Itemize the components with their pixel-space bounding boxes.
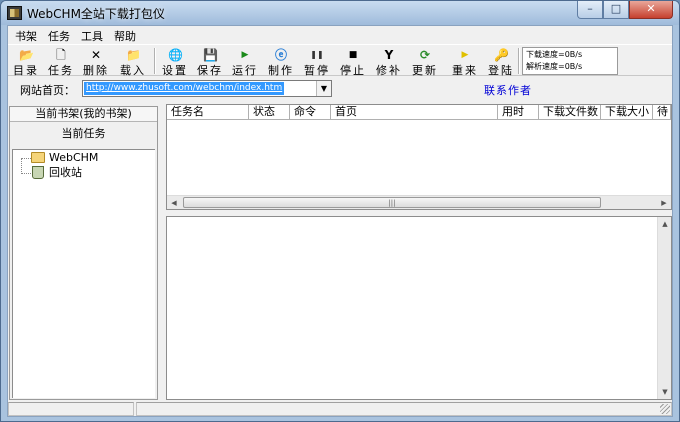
- load-folder-icon: 📁: [126, 48, 141, 62]
- title-bar[interactable]: WebCHM全站下载打包仪 – □ ✕: [1, 1, 679, 25]
- task-list-hscrollbar[interactable]: ◀ ||| ▶: [167, 195, 671, 209]
- tree-node-label: WebCHM: [49, 151, 99, 164]
- stop-button[interactable]: ■ 停止: [338, 46, 368, 77]
- toolbar: 📂 目录 🗋 任务 ✕ 删除 📁 载入 🌐 设置 💾 保存 ▶ 运行 ⓔ 制作 …: [8, 44, 672, 77]
- menu-tools[interactable]: 工具: [76, 26, 109, 44]
- repair-button[interactable]: Y 修补: [374, 46, 404, 77]
- task-list-header: 任务名 状态 命令 首页 用时 下载文件数 下载大小 待: [167, 105, 671, 120]
- directory-button[interactable]: 📂 目录: [11, 46, 41, 77]
- scroll-down-icon[interactable]: ▼: [658, 385, 672, 399]
- refresh-icon: ⟳: [419, 48, 431, 62]
- app-window: WebCHM全站下载打包仪 – □ ✕ 书架 任务 工具 帮助 📂 目录 🗋 任…: [0, 0, 680, 422]
- tree-connector: [21, 158, 31, 159]
- status-cell-2: [136, 402, 672, 416]
- column-status[interactable]: 状态: [249, 105, 290, 120]
- delete-icon: ✕: [90, 48, 102, 62]
- scroll-left-icon[interactable]: ◀: [167, 196, 181, 210]
- column-file-count[interactable]: 下载文件数: [539, 105, 601, 120]
- client-area: 书架 任务 工具 帮助 📂 目录 🗋 任务 ✕ 删除 📁 载入 🌐 设置 💾 保…: [7, 25, 673, 417]
- bookshelf-pane: 当前书架(我的书架) 当前任务 WebCHM 回收站: [9, 106, 158, 400]
- window-controls: – □ ✕: [577, 1, 673, 19]
- resize-grip-icon[interactable]: [660, 404, 670, 414]
- chevron-down-icon[interactable]: ▼: [316, 81, 331, 96]
- log-vscrollbar[interactable]: ▲ ▼: [657, 217, 671, 399]
- wrench-icon: Y: [384, 48, 394, 62]
- login-icon: 🔑: [494, 48, 509, 62]
- minimize-button[interactable]: –: [577, 1, 603, 19]
- app-icon[interactable]: [7, 6, 22, 20]
- close-button[interactable]: ✕: [629, 1, 673, 19]
- login-label: 登陆: [488, 64, 514, 77]
- play-icon: ▶: [241, 50, 249, 60]
- update-button[interactable]: ⟳ 更新: [410, 46, 440, 77]
- settings-button[interactable]: 🌐 设置: [160, 46, 190, 77]
- bookshelf-header[interactable]: 当前书架(我的书架): [10, 107, 157, 122]
- tree-connector: [21, 158, 22, 174]
- login-button[interactable]: 🔑 登陆: [486, 46, 516, 77]
- homepage-url-text[interactable]: http://www.zhusoft.com/webchm/index.htm: [84, 82, 285, 95]
- maximize-button[interactable]: □: [603, 1, 629, 19]
- load-button[interactable]: 📁 载入: [118, 46, 148, 77]
- folder-open-icon: 📂: [19, 48, 34, 62]
- update-label: 更新: [412, 64, 438, 77]
- delete-button[interactable]: ✕ 删除: [81, 46, 111, 77]
- contact-author-link[interactable]: 联系作者: [484, 82, 532, 98]
- current-task-header[interactable]: 当前任务: [10, 123, 157, 145]
- download-speed: 下载速度=0B/s: [526, 50, 583, 59]
- homepage-url-combo[interactable]: http://www.zhusoft.com/webchm/index.htm …: [82, 80, 332, 97]
- task-list[interactable]: 任务名 状态 命令 首页 用时 下载文件数 下载大小 待 ◀ ||| ▶: [166, 104, 672, 210]
- pause-icon: ❚❚: [310, 50, 324, 59]
- window-title: WebCHM全站下载打包仪: [27, 7, 165, 21]
- scroll-right-icon[interactable]: ▶: [657, 196, 671, 210]
- log-pane[interactable]: ▲ ▼: [166, 216, 672, 400]
- ie-icon: ⓔ: [274, 48, 287, 62]
- save-icon: 💾: [203, 48, 218, 62]
- restart-icon: ▶: [461, 50, 469, 60]
- status-cell-1: [8, 402, 134, 416]
- menu-help[interactable]: 帮助: [109, 26, 142, 44]
- address-row: 网站首页： http://www.zhusoft.com/webchm/inde…: [8, 77, 672, 99]
- column-elapsed[interactable]: 用时: [498, 105, 539, 120]
- task-button[interactable]: 🗋 任务: [46, 46, 76, 77]
- parse-speed: 解析速度=0B/s: [526, 62, 583, 71]
- hscroll-thumb[interactable]: |||: [183, 197, 601, 208]
- task-tree[interactable]: WebCHM 回收站: [12, 149, 155, 398]
- stop-icon: ■: [348, 50, 358, 60]
- status-bar: [8, 402, 672, 416]
- make-button[interactable]: ⓔ 制作: [266, 46, 296, 77]
- menu-task[interactable]: 任务: [43, 26, 76, 44]
- toolbar-separator: [518, 48, 520, 74]
- restart-button[interactable]: ▶ 重来: [450, 46, 480, 77]
- scroll-up-icon[interactable]: ▲: [658, 217, 672, 231]
- column-command[interactable]: 命令: [290, 105, 331, 120]
- recycle-bin-icon: [32, 166, 44, 179]
- document-icon: 🗋: [56, 48, 66, 62]
- globe-icon: 🌐: [168, 48, 183, 62]
- tree-connector: [21, 173, 31, 174]
- speed-panel: 下载速度=0B/s 解析速度=0B/s: [522, 47, 618, 75]
- column-download-size[interactable]: 下载大小: [601, 105, 653, 120]
- save-button[interactable]: 💾 保存: [195, 46, 225, 77]
- delete-label: 删除: [83, 64, 109, 77]
- run-button[interactable]: ▶ 运行: [230, 46, 260, 77]
- tree-node-label: 回收站: [49, 166, 82, 179]
- pause-button[interactable]: ❚❚ 暂停: [302, 46, 332, 77]
- column-homepage[interactable]: 首页: [331, 105, 498, 120]
- menu-bookshelf[interactable]: 书架: [10, 26, 43, 44]
- load-label: 载入: [120, 64, 146, 77]
- folder-icon: [31, 152, 45, 163]
- column-task-name[interactable]: 任务名: [167, 105, 249, 120]
- homepage-label: 网站首页：: [20, 84, 75, 97]
- column-pending[interactable]: 待: [653, 105, 671, 120]
- menu-bar: 书架 任务 工具 帮助: [8, 26, 672, 44]
